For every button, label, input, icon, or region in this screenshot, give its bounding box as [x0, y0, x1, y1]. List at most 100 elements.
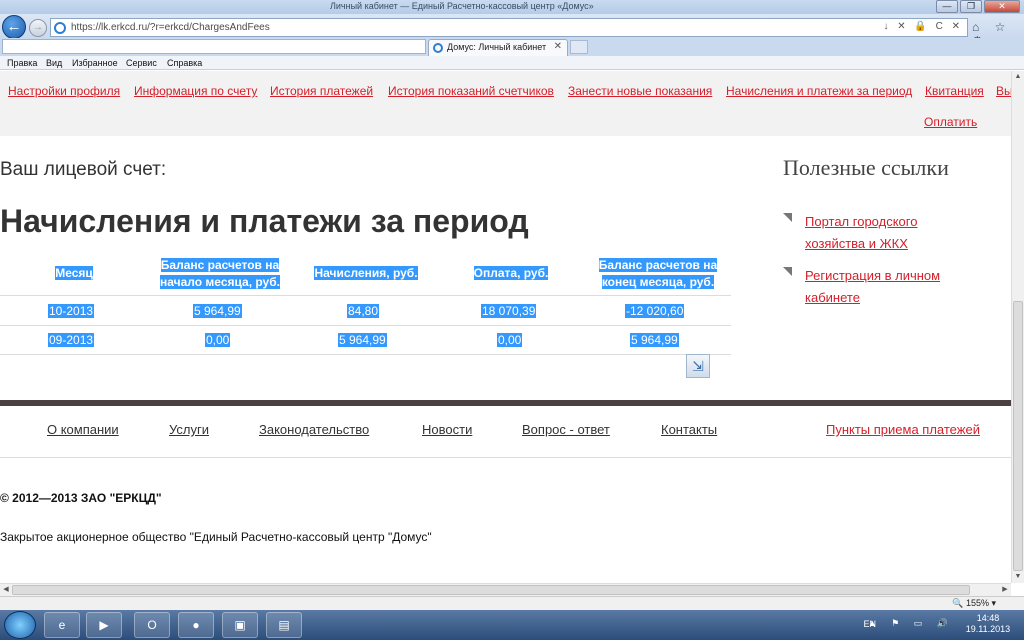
vertical-scroll-thumb[interactable] — [1013, 301, 1023, 571]
taskbar-paint-icon[interactable]: ● — [178, 612, 214, 638]
table-row-divider — [0, 354, 731, 355]
triangle-bullet-icon — [783, 267, 792, 276]
scroll-right-icon[interactable]: ▶ — [999, 584, 1011, 596]
menu-tools[interactable]: Сервис — [126, 58, 157, 68]
table-header-divider — [0, 295, 731, 296]
footer-line — [0, 457, 1011, 458]
useful-link-registration[interactable]: Регистрация в личном кабинете — [783, 265, 983, 309]
useful-link-line[interactable]: кабинете — [805, 290, 860, 305]
header-text: Оплата, руб. — [473, 266, 549, 280]
nav-profile-settings[interactable]: Настройки профиля — [8, 84, 120, 98]
header-text: Баланс расчетов на — [160, 258, 280, 272]
header-text: конец месяца, руб. — [601, 275, 715, 289]
company-name: Закрытое акционерное общество "Единый Ра… — [0, 530, 432, 544]
back-arrow-icon: ← — [6, 18, 22, 35]
cell-month: 09-2013 — [48, 333, 95, 347]
cell-month: 10-2013 — [48, 304, 95, 318]
tab-close-icon[interactable]: ✕ — [554, 41, 562, 52]
footer-legislation[interactable]: Законодательство — [259, 422, 369, 437]
tab-domus[interactable]: Домус: Личный кабинет ✕ — [428, 39, 568, 56]
expand-icon[interactable]: ⇲ — [686, 354, 710, 378]
new-tab-button[interactable] — [570, 40, 588, 54]
nav-charges-payments[interactable]: Начисления и платежи за период — [726, 84, 912, 98]
useful-links-title: Полезные ссылки — [783, 155, 949, 180]
nav-payment-history[interactable]: История платежей — [270, 84, 373, 98]
menu-view[interactable]: Вид — [46, 58, 62, 68]
header-month: Месяц — [50, 265, 98, 282]
horizontal-scrollbar[interactable]: ◀ ▶ — [0, 583, 1011, 596]
footer-contacts[interactable]: Контакты — [661, 422, 717, 437]
tab-label: Домус: Личный кабинет — [447, 42, 547, 52]
cell-payment: 18 070,39 — [481, 304, 537, 318]
windows-taskbar: e ▶ O ● ▣ ▤ EN ▲ ⚑ ▭ 🔊 14:48 19.11.2013 — [0, 610, 1024, 640]
page-viewport: Настройки профиля Информация по счету Ис… — [0, 71, 1011, 583]
scroll-down-icon[interactable]: ▼ — [1012, 571, 1024, 583]
close-window-button[interactable]: ✕ — [984, 0, 1020, 13]
zoom-level[interactable]: 🔍 155% ▾ — [952, 598, 996, 609]
cell-end-balance: -12 020,60 — [625, 304, 685, 318]
useful-link-portal[interactable]: Портал городского хозяйства и ЖКХ — [783, 211, 983, 255]
footer-faq[interactable]: Вопрос - ответ — [522, 422, 610, 437]
taskbar-app-icon[interactable]: ▣ — [222, 612, 258, 638]
taskbar-explorer-icon[interactable]: ▤ — [266, 612, 302, 638]
tab-row: Домус: Личный кабинет ✕ — [0, 38, 1024, 56]
page-title: Начисления и платежи за период — [0, 203, 529, 239]
address-bar[interactable]: https://lk.erkcd.ru/?r=erkcd/ChargesAndF… — [50, 18, 968, 37]
nav-exit[interactable]: Вы — [996, 84, 1011, 98]
site-top-nav: Настройки профиля Информация по счету Ис… — [0, 71, 1011, 136]
pay-link[interactable]: Оплатить — [924, 115, 977, 129]
status-bar: 🔍 155% ▾ — [0, 596, 1024, 610]
payment-points-link[interactable]: Пункты приема платежей — [826, 422, 980, 437]
header-text: Баланс расчетов на — [598, 258, 718, 272]
header-payment: Оплата, руб. — [465, 265, 557, 282]
vertical-scrollbar[interactable]: ▲ ▼ — [1011, 71, 1024, 583]
menu-favorites[interactable]: Избранное — [72, 58, 118, 68]
address-url[interactable]: https://lk.erkcd.ru/?r=erkcd/ChargesAndF… — [71, 22, 270, 33]
cell-end-balance: 5 964,99 — [630, 333, 679, 347]
clock[interactable]: 14:48 19.11.2013 — [958, 613, 1018, 635]
menu-edit[interactable]: Правка — [7, 58, 37, 68]
footer-services[interactable]: Услуги — [169, 422, 209, 437]
useful-link-line[interactable]: Портал городского — [805, 214, 917, 229]
tray-icons[interactable]: ▲ ⚑ ▭ 🔊 — [868, 618, 954, 629]
nav-meter-history[interactable]: История показаний счетчиков — [388, 84, 554, 98]
taskbar-ie-icon[interactable]: e — [44, 612, 80, 638]
taskbar-media-icon[interactable]: ▶ — [86, 612, 122, 638]
scroll-left-icon[interactable]: ◀ — [0, 584, 12, 596]
nav-receipt[interactable]: Квитанция — [925, 84, 984, 98]
minimize-button[interactable]: — — [936, 0, 958, 13]
ie-tab-icon — [433, 43, 443, 53]
address-bar-icons[interactable]: ↓ ✕ 🔒 C ✕ — [883, 21, 963, 32]
footer-about[interactable]: О компании — [47, 422, 119, 437]
nav-enter-readings[interactable]: Занести новые показания — [568, 84, 712, 98]
useful-link-line[interactable]: Регистрация в личном — [805, 268, 940, 283]
useful-links-list: Портал городского хозяйства и ЖКХ Регист… — [783, 211, 983, 319]
cell-charges: 5 964,99 — [338, 333, 387, 347]
useful-link-line[interactable]: хозяйства и ЖКХ — [805, 236, 908, 251]
start-button[interactable] — [4, 611, 36, 639]
back-button[interactable]: ← — [2, 15, 26, 39]
copyright: © 2012—2013 ЗАО "ЕРКЦД" — [0, 491, 162, 505]
browser-navbar: ← → https://lk.erkcd.ru/?r=erkcd/Charges… — [0, 14, 1024, 48]
clock-date: 19.11.2013 — [965, 624, 1011, 634]
header-end-balance: Баланс расчетов на конец месяца, руб. — [588, 257, 728, 291]
maximize-button[interactable]: ❐ — [960, 0, 982, 13]
footer-divider — [0, 400, 1011, 406]
horizontal-scroll-thumb[interactable] — [12, 585, 970, 595]
header-text: Начисления, руб. — [314, 266, 418, 280]
menu-bar: Правка Вид Избранное Сервис Справка — [0, 56, 1024, 70]
taskbar-outlook-icon[interactable]: O — [134, 612, 170, 638]
forward-button[interactable]: → — [29, 19, 47, 37]
window-title: Личный кабинет — Единый Расчетно-кассовы… — [330, 1, 594, 11]
table-row-divider — [0, 325, 731, 326]
scroll-up-icon[interactable]: ▲ — [1012, 71, 1024, 83]
nav-account-info[interactable]: Информация по счету — [134, 84, 257, 98]
cell-charges: 84,80 — [347, 304, 380, 318]
ie-page-icon — [54, 22, 66, 34]
header-text: Месяц — [55, 266, 93, 280]
header-start-balance: Баланс расчетов на начало месяца, руб. — [148, 257, 292, 291]
account-label: Ваш лицевой счет: — [0, 159, 167, 180]
footer-news[interactable]: Новости — [422, 422, 472, 437]
header-text: начало месяца, руб. — [160, 275, 280, 289]
menu-help[interactable]: Справка — [167, 58, 202, 68]
